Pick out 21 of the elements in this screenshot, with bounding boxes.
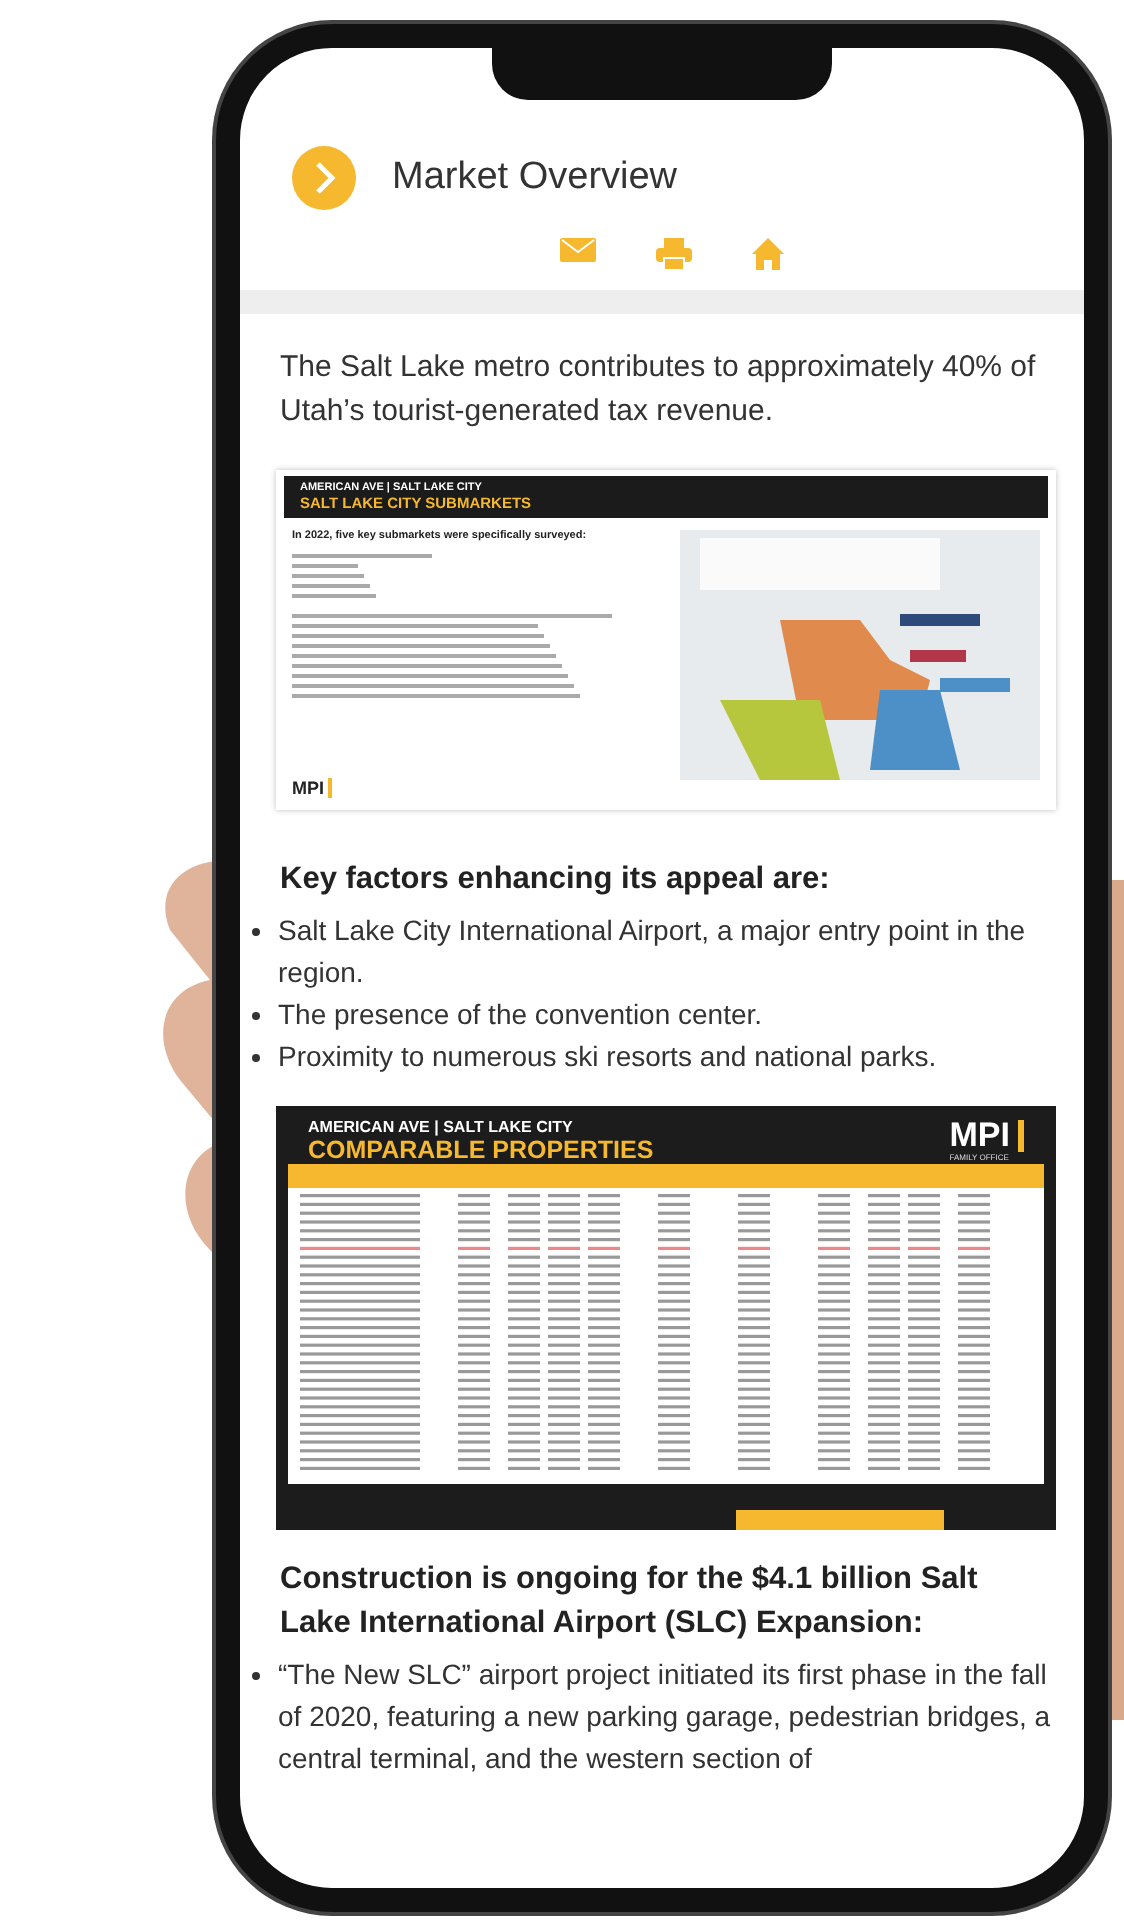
bullet-icon	[252, 928, 260, 936]
slide-subtitle: AMERICAN AVE | SALT LAKE CITY	[308, 1118, 575, 1136]
chevron-circle-icon[interactable]	[292, 146, 356, 210]
bullet-icon	[252, 1054, 260, 1062]
bullet-text: “The New SLC” airport project initiated its first phase in the fall of 2020, featuring a new parking garage, pedestrian bridges, a central terminal, and the western section of	[278, 1656, 1053, 1778]
section-heading: Key factors enhancing its appeal are:	[280, 860, 832, 900]
printer-icon[interactable]	[656, 238, 692, 270]
bullet-text: Salt Lake City International Airport, a major entry point in the region.	[278, 912, 1028, 992]
slide-logo: MPI	[949, 1120, 1024, 1152]
bullet-text: Proximity to numerous ski resorts and national parks.	[278, 1038, 937, 1076]
list-text-lines-drawing	[292, 552, 432, 602]
home-icon[interactable]	[752, 238, 784, 270]
slide-logo: MPI	[292, 778, 333, 798]
page-title: Market Overview	[392, 156, 678, 200]
bullet-icon	[252, 1012, 260, 1020]
bullet-text: The presence of the convention center.	[278, 996, 763, 1034]
section-heading: Construction is ongoing for the $4.1 billion Salt Lake International Airport (SLC) Expansion:	[280, 1560, 980, 1644]
slide-title: COMPARABLE PROPERTIES	[308, 1136, 654, 1164]
mail-icon[interactable]	[560, 238, 596, 262]
bullet-icon	[252, 1672, 260, 1680]
intro-paragraph: The Salt Lake metro contributes to approximately 40% of Utah’s tourist-generated tax revenue.	[280, 348, 1038, 432]
